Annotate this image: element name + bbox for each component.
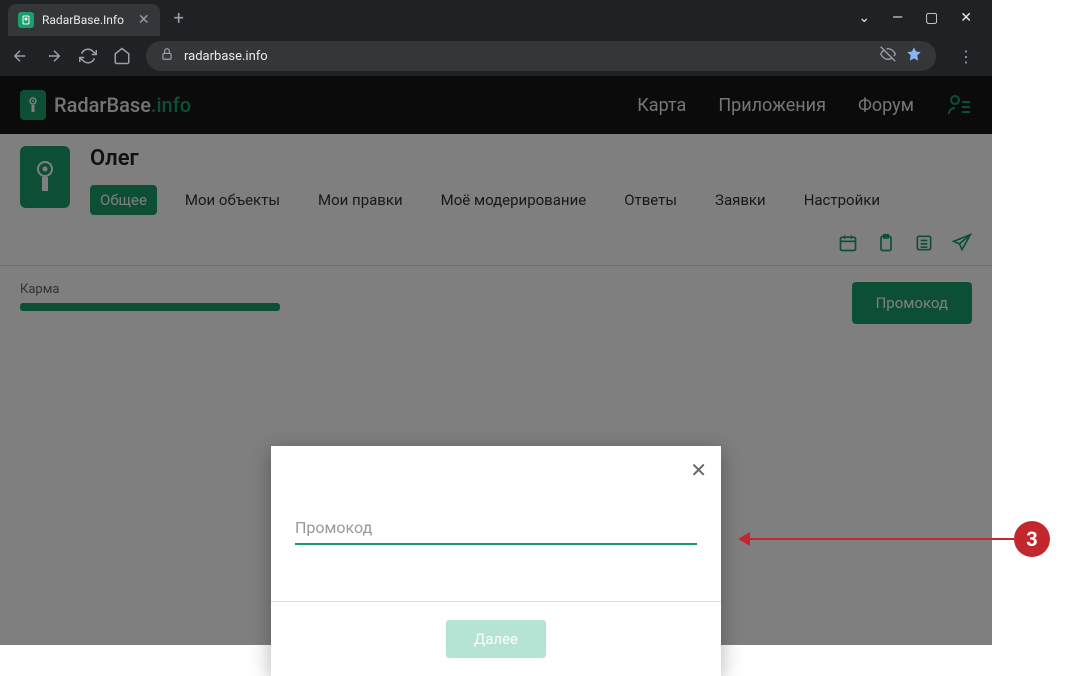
eye-off-icon[interactable] [880,46,896,66]
close-icon[interactable]: ✕ [690,458,707,482]
tab-title: RadarBase.Info [42,13,124,27]
address-bar-row: radarbase.info ⋮ [0,36,992,76]
maximize-icon[interactable]: ▢ [925,10,938,26]
forward-icon[interactable] [44,46,64,66]
page-content: RadarBase.info Карта Приложения Форум [0,76,992,645]
menu-icon[interactable]: ⋮ [950,47,982,66]
tab-bar: RadarBase.Info ✕ + ⌄ — ▢ ✕ [0,0,992,36]
new-tab-button[interactable]: + [168,8,190,29]
promo-modal: ✕ Далее [271,446,721,676]
reload-icon[interactable] [78,46,98,66]
browser-chrome: RadarBase.Info ✕ + ⌄ — ▢ ✕ [0,0,992,76]
lock-icon [160,47,174,65]
next-button[interactable]: Далее [446,620,546,658]
minimize-icon[interactable]: — [892,10,903,26]
home-icon[interactable] [112,46,132,66]
close-icon[interactable]: ✕ [138,12,150,28]
promo-input[interactable] [295,512,697,545]
chevron-down-icon[interactable]: ⌄ [858,10,870,26]
window-controls: ⌄ — ▢ ✕ [858,10,984,26]
window-close-icon[interactable]: ✕ [960,10,972,26]
blank-area [992,0,1066,645]
address-bar[interactable]: radarbase.info [146,41,936,71]
star-icon[interactable] [906,46,922,66]
favicon-icon [18,12,34,28]
back-icon[interactable] [10,46,30,66]
url-text: radarbase.info [184,49,870,64]
browser-tab[interactable]: RadarBase.Info ✕ [8,4,160,36]
